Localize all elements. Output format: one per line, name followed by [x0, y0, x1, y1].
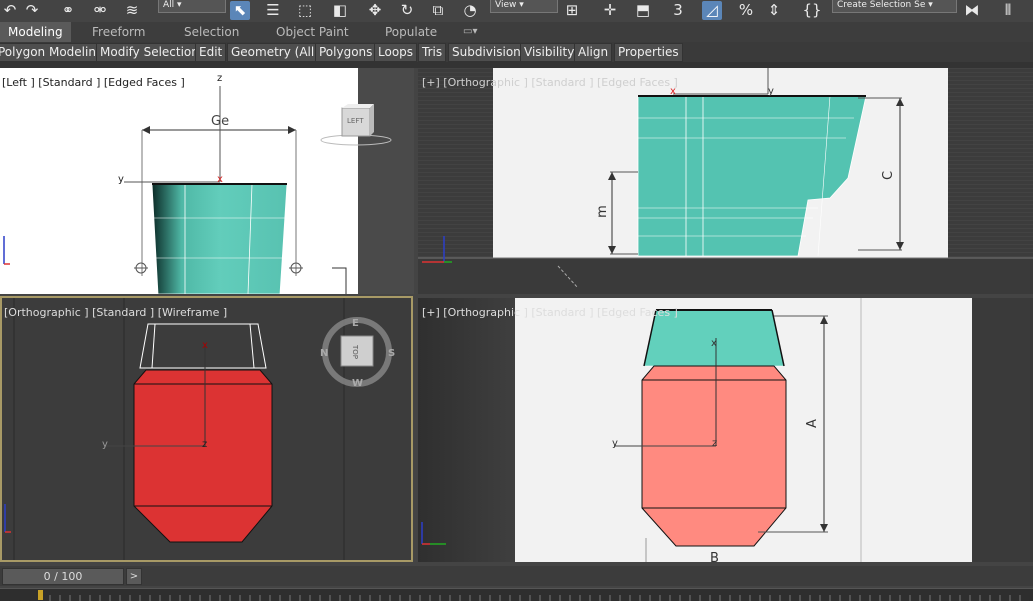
loops-button[interactable]: Loops: [374, 43, 418, 62]
tab-freeform[interactable]: Freeform: [92, 22, 145, 42]
ortho-bottom-view-canvas: [418, 298, 1033, 562]
scale-icon[interactable]: ⧉: [428, 1, 448, 20]
rectangular-selection-icon[interactable]: ⬚: [295, 1, 315, 20]
main-toolbar: ↶ ↷ ⚭ ⚮ ≋ All ▾ ⬉ ☰ ⬚ ◧ ✥ ↻ ⧉ ◔ View ▾ ⊞…: [0, 0, 1033, 23]
viewcube-left-label[interactable]: LEFT: [347, 117, 364, 125]
named-selection-dropdown[interactable]: Create Selection Se ▾: [832, 0, 957, 13]
window-crossing-icon[interactable]: ◧: [330, 1, 350, 20]
axis-y-label: y: [612, 438, 618, 449]
tab-object-paint[interactable]: Object Paint: [276, 22, 349, 42]
track-bar[interactable]: [0, 588, 1033, 601]
reference-coord-value: View: [495, 0, 517, 10]
axis-z-label: z: [217, 73, 223, 84]
axis-y-label: y: [768, 86, 774, 97]
selection-filter-dropdown[interactable]: All ▾: [158, 0, 226, 13]
edit-named-selection-icon[interactable]: {}: [802, 1, 822, 20]
pivot-icon[interactable]: ⊞: [562, 1, 582, 20]
dimension-label-b: B: [710, 551, 719, 562]
bind-spacewarp-icon[interactable]: ≋: [122, 1, 142, 20]
mirror-icon[interactable]: ⧓: [962, 1, 982, 20]
select-manipulate-icon[interactable]: ✛: [600, 1, 620, 20]
named-selection-value: Create Selection Se: [837, 0, 926, 10]
select-by-name-icon[interactable]: ☰: [263, 1, 283, 20]
undo-icon[interactable]: ↶: [0, 1, 20, 20]
angle-snap-icon[interactable]: ◿: [702, 1, 722, 20]
viewport-label-left[interactable]: [Left ] [Standard ] [Edged Faces ]: [2, 76, 185, 89]
ortho-view-canvas: [418, 68, 1033, 294]
axis-x-label: x: [711, 338, 717, 349]
selection-filter-value: All: [163, 0, 175, 10]
dimension-label-a: A: [804, 419, 820, 428]
subdivision-button[interactable]: Subdivision: [448, 43, 525, 62]
time-slider-bar: [0, 566, 1033, 586]
viewport-label-ortho-bottom-right[interactable]: [+] [Orthographic ] [Standard ] [Edged F…: [422, 306, 678, 319]
axis-z-label: z: [712, 438, 718, 449]
axis-tripod-icon: [422, 236, 452, 263]
ribbon-panel: Polygon Modeling Modify Selection Edit G…: [0, 42, 1033, 63]
axis-tripod-icon: [421, 522, 446, 545]
tab-populate[interactable]: Populate: [385, 22, 437, 42]
axis-y-label: y: [102, 439, 108, 450]
align-button[interactable]: Align: [574, 43, 613, 62]
polygons-button[interactable]: Polygons: [315, 43, 377, 62]
rotate-icon[interactable]: ↻: [397, 1, 417, 20]
axis-x-label: x: [202, 340, 208, 351]
viewport-label-ortho-top-right[interactable]: [+] [Orthographic ] [Standard ] [Edged F…: [422, 76, 678, 89]
edit-button[interactable]: Edit: [195, 43, 227, 62]
align-icon[interactable]: ⫴: [998, 1, 1018, 20]
compass-north-label: N: [320, 348, 329, 359]
left-view-canvas: [0, 68, 414, 294]
axis-tripod-icon: [3, 236, 10, 265]
dimension-label-c: C: [881, 170, 897, 181]
spinner-snap-icon[interactable]: ⇕: [764, 1, 784, 20]
viewport-orthographic-bottom-right[interactable]: [+] [Orthographic ] [Standard ] [Edged F…: [418, 298, 1033, 562]
move-icon[interactable]: ✥: [365, 1, 385, 20]
dimension-label-ge: Ge: [211, 114, 230, 129]
dimension-label-m: m: [594, 205, 610, 218]
tris-button[interactable]: Tris: [418, 43, 447, 62]
viewport-left[interactable]: [Left ] [Standard ] [Edged Faces ] Ge z …: [0, 68, 414, 294]
ribbon-options-icon[interactable]: ▭▾: [463, 22, 477, 42]
next-frame-button[interactable]: >: [126, 568, 142, 585]
geometry-all-button[interactable]: Geometry (All): [227, 43, 323, 62]
time-slider[interactable]: 0 / 100: [2, 568, 124, 585]
unlink-icon[interactable]: ⚮: [90, 1, 110, 20]
compass-east-label: E: [352, 318, 359, 329]
axis-x-label: x: [217, 174, 223, 185]
placement-icon[interactable]: ◔: [460, 1, 480, 20]
tab-modeling[interactable]: Modeling: [0, 22, 71, 42]
keyboard-shortcut-icon[interactable]: ⬒: [633, 1, 653, 20]
axis-y-label: y: [118, 174, 124, 185]
track-bar-ticks: [38, 590, 1021, 601]
viewport-orthographic-top-right[interactable]: [+] [Orthographic ] [Standard ] [Edged F…: [418, 68, 1033, 294]
ribbon-tabs: Modeling Freeform Selection Object Paint…: [0, 22, 1033, 42]
visibility-button[interactable]: Visibility: [520, 43, 579, 62]
axis-x-label: x: [670, 86, 676, 97]
wireframe-view-canvas: [13, 298, 392, 560]
axis-tripod-icon: [4, 504, 11, 533]
tab-selection[interactable]: Selection: [184, 22, 239, 42]
percent-snap-icon[interactable]: %: [736, 1, 756, 20]
modify-selection-button[interactable]: Modify Selection: [96, 43, 203, 62]
properties-button[interactable]: Properties: [614, 43, 683, 62]
viewport-label-wireframe[interactable]: [Orthographic ] [Standard ] [Wireframe ]: [4, 306, 227, 319]
reference-coord-dropdown[interactable]: View ▾: [490, 0, 558, 13]
snaps-toggle-icon[interactable]: 3: [668, 1, 688, 20]
polygon-modeling-button[interactable]: Polygon Modeling: [0, 43, 108, 62]
viewcube-top-label[interactable]: TOP: [351, 345, 359, 359]
link-icon[interactable]: ⚭: [58, 1, 78, 20]
redo-icon[interactable]: ↷: [22, 1, 42, 20]
viewport-top-wireframe-active[interactable]: [Orthographic ] [Standard ] [Wireframe ]…: [0, 296, 413, 562]
compass-south-label: S: [388, 348, 396, 359]
axis-z-label: z: [202, 439, 208, 450]
compass-west-label: W: [352, 378, 364, 389]
select-object-icon[interactable]: ⬉: [230, 1, 250, 20]
